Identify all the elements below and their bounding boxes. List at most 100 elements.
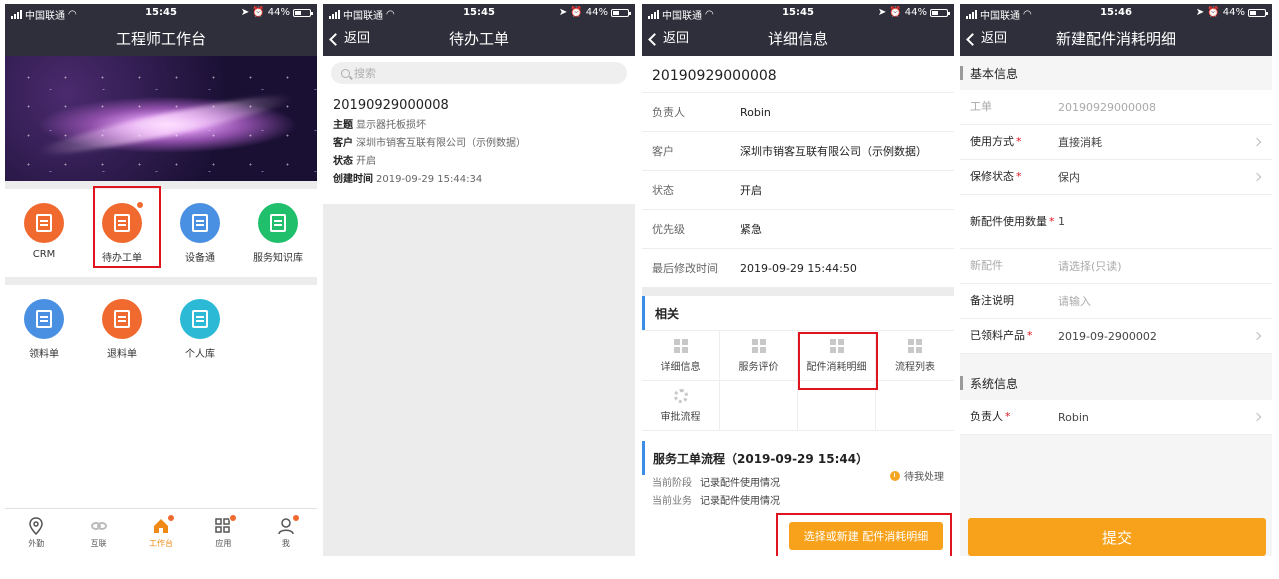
form-field[interactable]: 新配件使用数量 * 1 <box>960 195 1272 249</box>
related-item[interactable]: 服务评价 <box>720 331 798 381</box>
nav-bar: 返回 详细信息 <box>642 22 954 56</box>
tab-link[interactable]: 互联 <box>67 509 129 556</box>
screen-todo-orders: 中国联通 ◠ 15:45 ➤ ⏰ 44% 返回 待办工单 搜索 20190929000… <box>323 4 635 556</box>
field-value: 1 <box>1058 215 1065 228</box>
field-label: 备注说明 <box>970 293 1058 309</box>
grid-square <box>673 346 680 353</box>
location-arrow-icon: ➤ <box>240 7 250 18</box>
galaxy-banner-image[interactable] <box>5 56 317 181</box>
form-field[interactable]: 备注说明 请输入 <box>960 284 1272 319</box>
app-clipboard[interactable]: 领料单 <box>5 295 83 367</box>
tab-person[interactable]: 我 <box>255 509 317 556</box>
basic-info-form: 工单 20190929000008 使用方式 * 直接消耗 保修状态 * 保内 新配件使用数量 *… <box>960 90 1272 354</box>
detail-row: 负责人 Robin <box>642 93 954 132</box>
field-label: 保修状态 * <box>970 169 1058 185</box>
field-label: 新配件使用数量 * <box>970 214 1058 230</box>
app-briefcase[interactable]: 个人库 <box>161 295 239 367</box>
detail-value: 紧急 <box>740 223 762 236</box>
app-device[interactable]: 设备通 <box>161 199 239 271</box>
app-glyph <box>192 310 208 328</box>
required-mark: * <box>1016 170 1022 183</box>
detail-value: 2019-09-29 15:44:50 <box>740 261 857 275</box>
search-input[interactable]: 搜索 <box>331 62 627 84</box>
chevron-right-icon <box>1252 137 1262 147</box>
app-label: CRM <box>32 249 56 260</box>
label: 状态 <box>333 156 353 167</box>
app-return[interactable]: 退料单 <box>83 295 161 367</box>
value: 2019-09-29 15:44:34 <box>376 174 483 185</box>
tab-label: 应用 <box>215 538 232 548</box>
grid-square <box>916 338 922 345</box>
order-created: 创建时间 2019-09-29 15:44:34 <box>333 171 625 189</box>
owner-field[interactable]: 负责人 * Robin <box>960 400 1272 435</box>
app-book[interactable]: 服务知识库 <box>239 199 317 271</box>
grid-square <box>673 338 680 345</box>
label: 客户 <box>333 138 353 149</box>
label-text: 新配件使用数量 <box>970 214 1047 228</box>
label-text: 保修状态 <box>970 170 1014 183</box>
tab-label: 工作台 <box>149 538 174 548</box>
location-arrow-icon: ➤ <box>877 7 887 18</box>
label: 当前阶段 <box>652 478 692 489</box>
clipboard-icon <box>24 299 64 339</box>
clock-icon <box>890 470 900 481</box>
alarm-icon: ⏰ <box>570 7 583 18</box>
tab-apps[interactable]: 应用 <box>192 509 254 556</box>
tab-label: 我 <box>281 538 290 548</box>
field-label: 负责人 * <box>970 409 1058 425</box>
app-pie-chart[interactable]: CRM <box>5 199 83 271</box>
form-field[interactable]: 已领料产品 * 2019-09-2900002 <box>960 319 1272 354</box>
related-label: 流程列表 <box>895 361 935 373</box>
label: 当前业务 <box>652 496 692 507</box>
nav-bar: 返回 待办工单 <box>323 22 635 56</box>
alarm-icon: ⏰ <box>1207 7 1220 18</box>
submit-button[interactable]: 提交 <box>968 518 1266 556</box>
device-icon <box>180 203 220 243</box>
location-icon <box>27 516 45 535</box>
form-field: 工单 20190929000008 <box>960 90 1272 125</box>
detail-list: 负责人 Robin 客户 深圳市销客互联有限公司（示例数据） 状态 开启 优先级 紧急 最后修改… <box>642 93 954 288</box>
divider <box>5 181 317 189</box>
person-icon <box>277 513 300 535</box>
order-subject: 主题 显示器托板损坏 <box>333 117 625 135</box>
grid-square <box>916 346 922 353</box>
battery-fill <box>295 10 301 15</box>
related-item[interactable]: 审批流程 <box>642 381 720 431</box>
grid-square <box>751 346 758 353</box>
value: 记录配件使用情况 <box>700 478 780 489</box>
app-glyph <box>114 310 130 328</box>
tab-location[interactable]: 外勤 <box>5 509 67 556</box>
tab-bar: 外勤 互联 工作台 应用 我 <box>5 508 317 556</box>
current-business: 当前业务 记录配件使用情况 <box>642 493 954 511</box>
grid-square <box>681 338 688 345</box>
flow-status: 待我处理 <box>890 468 944 483</box>
app-glyph <box>36 214 52 232</box>
chevron-right-icon <box>1252 331 1262 341</box>
tab-home[interactable]: 工作台 <box>130 509 192 556</box>
apps-icon <box>214 513 238 535</box>
related-item[interactable]: 流程列表 <box>876 331 954 381</box>
status-bar: 中国联通 ◠ 15:45 ➤ ⏰ 44% <box>642 4 954 22</box>
order-customer: 客户 深圳市销客互联有限公司（示例数据） <box>333 135 625 153</box>
required-mark: * <box>1005 410 1011 423</box>
related-item[interactable]: 详细信息 <box>642 331 720 381</box>
highlight-action-button <box>776 513 952 556</box>
value: 开启 <box>356 156 376 167</box>
required-mark: * <box>1016 135 1022 148</box>
detail-label: 状态 <box>652 184 674 197</box>
form-field[interactable]: 使用方式 * 直接消耗 <box>960 125 1272 160</box>
order-list-item[interactable]: 20190929000008 主题 显示器托板损坏 客户 深圳市销客互联有限公司（示… <box>323 90 635 197</box>
label-text: 负责人 <box>970 410 1003 423</box>
required-mark: * <box>1049 214 1055 228</box>
grid-square <box>751 338 758 345</box>
form-field[interactable]: 保修状态 * 保内 <box>960 160 1272 195</box>
chevron-right-icon <box>1252 412 1262 422</box>
grid-square <box>759 338 766 345</box>
app-grid-primary: CRM 待办工单 设备通 服务知识库 <box>5 189 317 277</box>
value: 深圳市销客互联有限公司（示例数据） <box>356 138 526 149</box>
field-label: 新配件 <box>970 258 1058 274</box>
field-label: 使用方式 * <box>970 134 1058 150</box>
app-glyph <box>192 214 208 232</box>
app-label: 服务知识库 <box>253 253 303 264</box>
search-icon <box>341 68 350 78</box>
